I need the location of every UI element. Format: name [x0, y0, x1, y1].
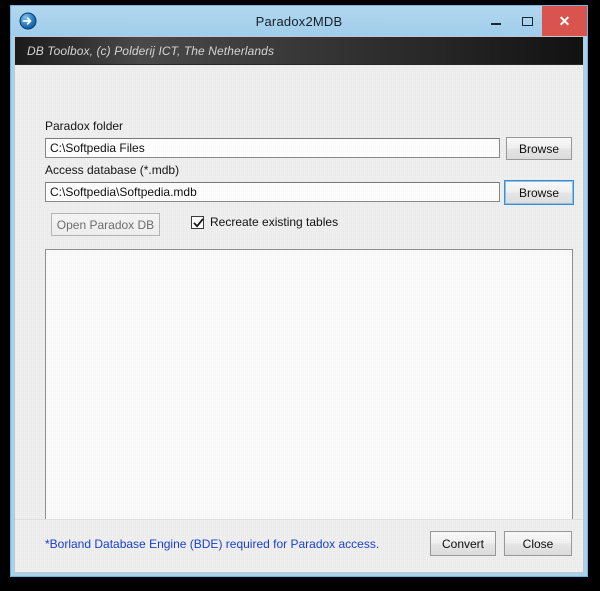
main-content: SOFTPEDIA www.softpedia.com Paradox fold…: [15, 65, 583, 528]
footer-bar: *Borland Database Engine (BDE) required …: [15, 519, 583, 572]
window-body: DB Toolbox, (c) Polderij ICT, The Nether…: [14, 36, 584, 573]
application-window: Paradox2MDB ✕ DB Toolbox, (c) Polderij I…: [10, 5, 588, 577]
checkmark-icon: [193, 217, 204, 227]
output-list-box[interactable]: [45, 249, 573, 528]
banner-text: DB Toolbox, (c) Polderij ICT, The Nether…: [27, 43, 275, 58]
recreate-existing-tables-checkbox[interactable]: [191, 215, 204, 229]
recreate-existing-tables-label: Recreate existing tables: [210, 215, 339, 229]
recreate-existing-tables-row[interactable]: Recreate existing tables: [191, 215, 338, 229]
maximize-icon: [521, 16, 533, 26]
convert-button[interactable]: Convert: [430, 531, 496, 556]
window-controls: ✕: [480, 6, 587, 36]
browse-paradox-folder-button[interactable]: Browse: [506, 137, 572, 160]
minimize-button[interactable]: [480, 6, 512, 36]
maximize-button[interactable]: [512, 6, 542, 36]
close-window-button[interactable]: ✕: [542, 6, 587, 36]
close-button[interactable]: Close: [504, 531, 572, 556]
blue-arrow-circle-icon: [19, 12, 37, 30]
app-icon: [19, 12, 37, 30]
paradox-folder-label: Paradox folder: [45, 119, 124, 133]
open-paradox-db-button[interactable]: Open Paradox DB: [51, 213, 160, 236]
minimize-icon: [491, 23, 501, 25]
company-banner: DB Toolbox, (c) Polderij ICT, The Nether…: [15, 37, 583, 65]
title-bar[interactable]: Paradox2MDB ✕: [11, 6, 587, 36]
close-icon: ✕: [558, 13, 571, 29]
browse-access-database-button[interactable]: Browse: [504, 180, 574, 205]
access-database-label: Access database (*.mdb): [45, 163, 180, 177]
paradox-folder-input[interactable]: [45, 138, 500, 158]
access-database-input[interactable]: [45, 182, 500, 202]
bde-requirement-note: *Borland Database Engine (BDE) required …: [45, 537, 380, 551]
